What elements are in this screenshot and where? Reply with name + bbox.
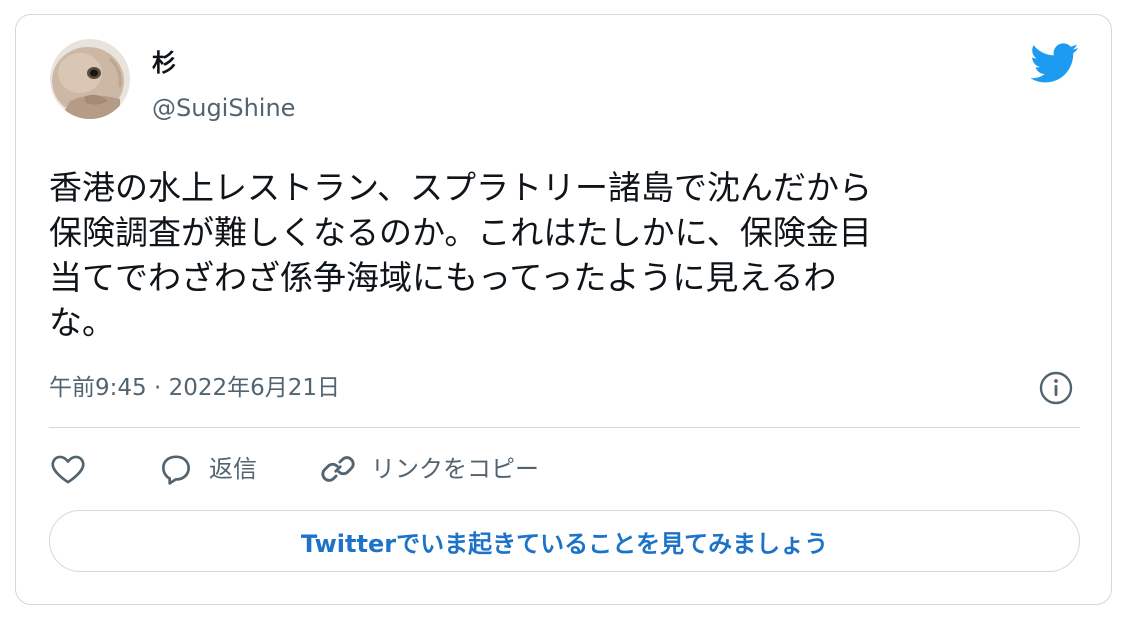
reply-label: 返信 [209, 455, 257, 483]
action-bar: 返信 リンクをコピー [49, 447, 1080, 491]
speech-bubble-icon [161, 455, 191, 485]
user-handle[interactable]: @SugiShine [152, 93, 295, 123]
link-icon [321, 456, 355, 482]
like-button[interactable] [49, 447, 87, 491]
copy-link-button[interactable]: リンクをコピー [319, 447, 539, 491]
display-name[interactable]: 杉 [152, 49, 176, 77]
twitter-bird-icon[interactable] [1031, 43, 1079, 85]
avatar-image [50, 39, 130, 119]
heart-icon [51, 455, 85, 484]
explore-twitter-label: Twitterでいま起きていることを見てみましょう [300, 529, 829, 558]
info-icon[interactable] [1038, 370, 1074, 406]
divider [49, 427, 1080, 428]
tweet-text: 香港の水上レストラン、スプラトリー諸島で沈んだから 保険調査が難しくなるのか。こ… [49, 168, 873, 342]
avatar[interactable] [50, 39, 130, 119]
copy-link-label: リンクをコピー [371, 455, 539, 483]
tweet-card: 杉 @SugiShine 香港の水上レストラン、スプラトリー諸島で沈んだから 保… [15, 14, 1112, 605]
reply-button[interactable]: 返信 [157, 447, 257, 491]
tweet-timestamp[interactable]: 午前9:45 · 2022年6月21日 [49, 372, 340, 404]
explore-twitter-button[interactable]: Twitterでいま起きていることを見てみましょう [49, 510, 1080, 572]
